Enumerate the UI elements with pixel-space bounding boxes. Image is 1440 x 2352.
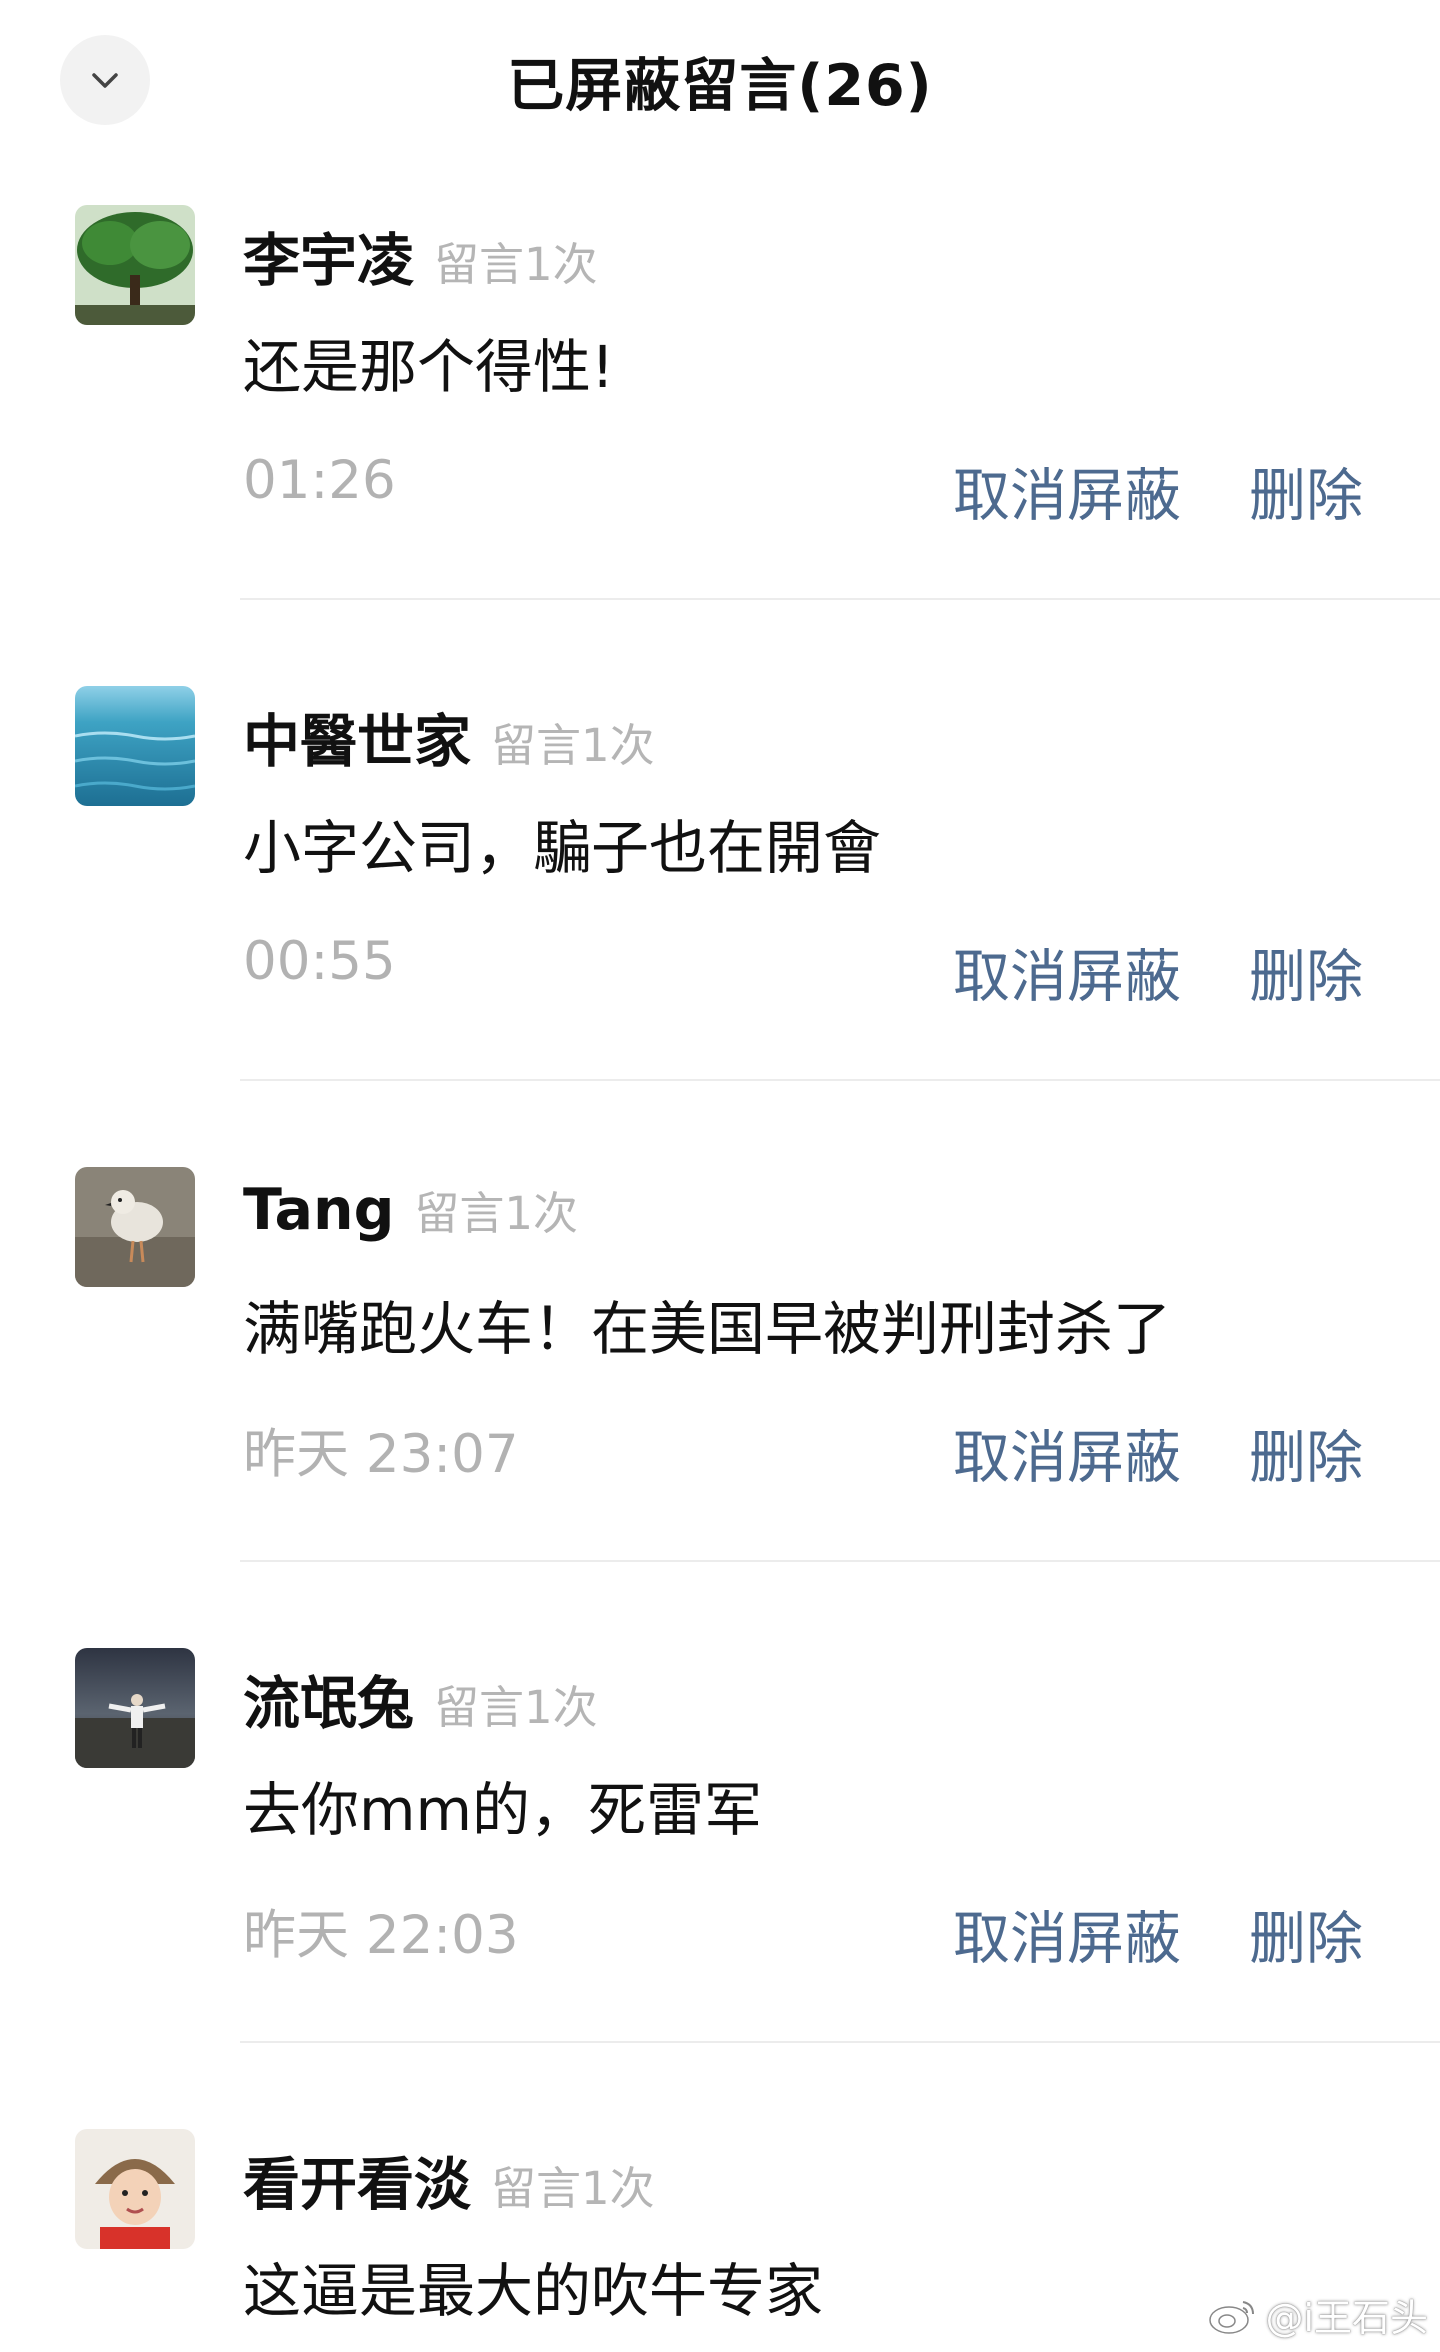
avatar[interactable] — [75, 2129, 195, 2249]
child-photo-icon — [75, 2129, 195, 2249]
avatar[interactable] — [75, 1648, 195, 1768]
comment-time: 昨天 23:07 — [243, 1424, 519, 1485]
divider — [240, 1560, 1440, 1562]
comment-time: 00:55 — [243, 931, 396, 992]
divider — [240, 2041, 1440, 2043]
beach-person-photo-icon — [75, 1648, 195, 1768]
comment-item: Tang 留言1次 满嘴跑火车！在美国早被判刑封杀了 昨天 23:07 取消屏蔽 … — [0, 1167, 1440, 1648]
comment-content: 去你mm的，死雷军 — [243, 1776, 762, 1844]
comment-item: 李宇凌 留言1次 还是那个得性! 01:26 取消屏蔽 删除 — [0, 205, 1440, 686]
comment-time: 01:26 — [243, 450, 396, 511]
comment-count: 留言1次 — [434, 1681, 598, 1734]
divider — [240, 1079, 1440, 1081]
comment-item: 流氓兔 留言1次 去你mm的，死雷军 昨天 22:03 取消屏蔽 删除 — [0, 1648, 1440, 2129]
comment-content: 还是那个得性! — [243, 333, 615, 401]
comment-content: 小字公司，騙子也在開會 — [243, 814, 882, 882]
page-title: 已屏蔽留言(26) — [507, 53, 933, 119]
delete-button[interactable]: 删除 — [1249, 931, 1363, 1013]
weibo-icon — [1209, 2300, 1255, 2334]
watermark-text: @i王石头 — [1265, 2296, 1428, 2340]
watermark: @i王石头 — [1207, 2287, 1428, 2342]
comment-time: 昨天 22:03 — [243, 1905, 519, 1966]
comment-content: 满嘴跑火车！在美国早被判刑封杀了 — [243, 1295, 1172, 1363]
comment-count: 留言1次 — [491, 2162, 655, 2215]
commenter-name[interactable]: 看开看淡 — [243, 2152, 471, 2218]
commenter-name[interactable]: 中醫世家 — [243, 709, 471, 775]
bird-photo-icon — [75, 1167, 195, 1287]
unblock-button[interactable]: 取消屏蔽 — [953, 1893, 1181, 1975]
avatar[interactable] — [75, 1167, 195, 1287]
divider — [240, 598, 1440, 600]
unblock-button[interactable]: 取消屏蔽 — [953, 931, 1181, 1013]
comment-count: 留言1次 — [491, 719, 655, 772]
unblock-button[interactable]: 取消屏蔽 — [953, 450, 1181, 532]
comment-count: 留言1次 — [434, 238, 598, 291]
delete-button[interactable]: 删除 — [1249, 450, 1363, 532]
comment-content: 这逼是最大的吹牛专家 — [243, 2257, 824, 2325]
header: 已屏蔽留言(26) — [0, 0, 1440, 165]
commenter-name[interactable]: Tang — [243, 1177, 394, 1243]
delete-button[interactable]: 删除 — [1249, 1893, 1363, 1975]
tree-photo-icon — [75, 205, 195, 325]
comment-count: 留言1次 — [414, 1187, 579, 1240]
delete-button[interactable]: 删除 — [1249, 1412, 1363, 1494]
sea-photo-icon — [75, 686, 195, 806]
comment-item: 中醫世家 留言1次 小字公司，騙子也在開會 00:55 取消屏蔽 删除 — [0, 686, 1440, 1167]
avatar[interactable] — [75, 205, 195, 325]
commenter-name[interactable]: 李宇凌 — [243, 228, 414, 294]
avatar[interactable] — [75, 686, 195, 806]
unblock-button[interactable]: 取消屏蔽 — [953, 1412, 1181, 1494]
commenter-name[interactable]: 流氓兔 — [243, 1671, 414, 1737]
